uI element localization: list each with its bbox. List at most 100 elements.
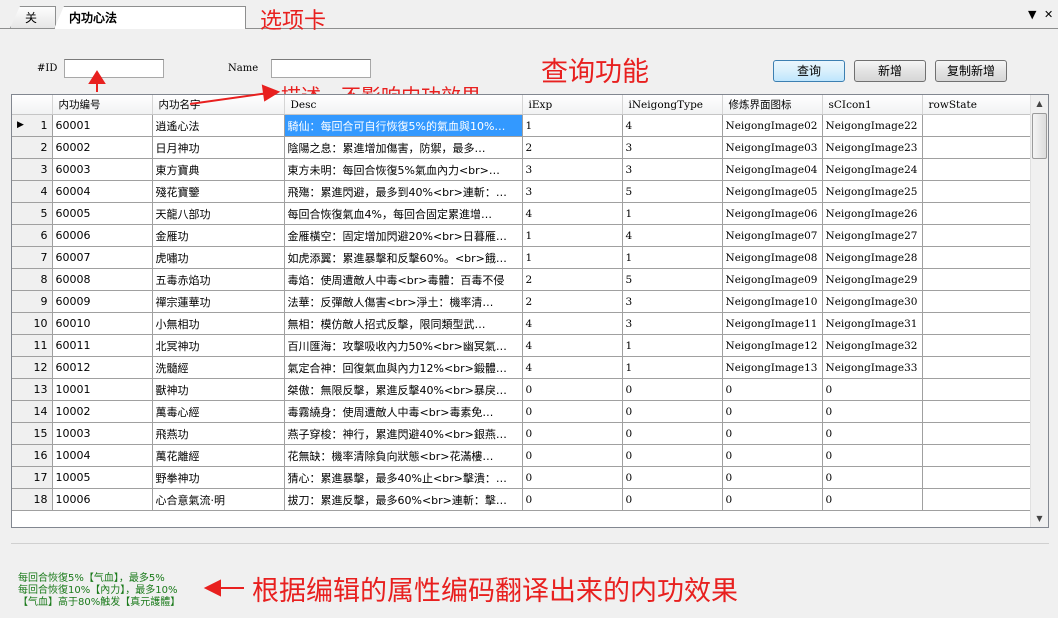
table-cell[interactable]: 天龍八部功 <box>152 202 285 225</box>
table-cell[interactable]: 3 <box>622 136 723 159</box>
table-row[interactable]: 17 10005 野拳神功 猜心：累進暴擊，最多40%止<br>擊潰：… 0 0 0 0 <box>12 466 1033 489</box>
table-cell[interactable]: NeigongImage28 <box>822 246 923 269</box>
chevron-down-icon[interactable]: ▼ <box>1028 8 1036 22</box>
column-header[interactable]: iExp <box>522 95 623 115</box>
table-cell[interactable]: 法華：反彈敵人傷害<br>淨土：機率清… <box>284 290 523 313</box>
table-cell[interactable] <box>922 466 1033 489</box>
table-cell[interactable]: 10006 <box>52 488 153 511</box>
table-cell[interactable] <box>922 224 1033 247</box>
table-cell[interactable]: NeigongImage08 <box>722 246 823 269</box>
vertical-scrollbar[interactable]: ▲ ▼ <box>1030 95 1048 527</box>
table-cell[interactable]: 猜心：累進暴擊，最多40%止<br>擊潰：… <box>284 466 523 489</box>
add-button[interactable]: 新增 <box>854 60 926 82</box>
row-header[interactable]: 8 <box>12 268 53 291</box>
table-cell[interactable]: 0 <box>722 422 823 445</box>
table-cell[interactable]: 0 <box>622 466 723 489</box>
row-header[interactable]: 12 <box>12 356 53 379</box>
table-cell[interactable]: NeigongImage09 <box>722 268 823 291</box>
table-cell[interactable]: 騎仙：每回合可自行恢復5%的氣血與10%… <box>284 114 523 137</box>
data-grid[interactable]: 内功编号 内功名字 Desc iExp iNeigongType 修炼界面图标 … <box>11 94 1049 528</box>
column-header[interactable]: sCIcon1 <box>822 95 923 115</box>
table-cell[interactable]: 心合意氣流·明 <box>152 488 285 511</box>
row-header[interactable]: 10 <box>12 312 53 335</box>
table-cell[interactable]: NeigongImage11 <box>722 312 823 335</box>
table-cell[interactable]: 3 <box>622 312 723 335</box>
table-cell[interactable]: 1 <box>522 246 623 269</box>
table-row[interactable]: 9 60009 禪宗蓮華功 法華：反彈敵人傷害<br>淨土：機率清… 2 3 Neigong… <box>12 290 1033 313</box>
table-cell[interactable]: 4 <box>522 312 623 335</box>
table-cell[interactable]: 0 <box>722 378 823 401</box>
table-cell[interactable]: 60008 <box>52 268 153 291</box>
table-cell[interactable]: 0 <box>822 400 923 423</box>
table-row[interactable]: 10 60010 小無相功 無相：模仿敵人招式反擊，限同類型武… 4 3 NeigongIm… <box>12 312 1033 335</box>
id-input[interactable] <box>64 59 164 78</box>
table-cell[interactable]: 2 <box>522 290 623 313</box>
row-header[interactable]: 14 <box>12 400 53 423</box>
table-cell[interactable]: NeigongImage04 <box>722 158 823 181</box>
table-cell[interactable] <box>922 312 1033 335</box>
table-cell[interactable]: 虎嘯功 <box>152 246 285 269</box>
table-row[interactable]: 16 10004 萬花離經 花無缺：機率清除負向狀態<br>花滿樓… 0 0 0 0 <box>12 444 1033 467</box>
table-cell[interactable]: 萬毒心經 <box>152 400 285 423</box>
row-header[interactable]: 3 <box>12 158 53 181</box>
table-cell[interactable]: 金雁橫空：固定增加閃避20%<br>日暮雁… <box>284 224 523 247</box>
table-cell[interactable]: 氣定合神：回復氣血與內力12%<br>鍛體… <box>284 356 523 379</box>
table-cell[interactable]: NeigongImage06 <box>722 202 823 225</box>
table-cell[interactable]: 小無相功 <box>152 312 285 335</box>
row-header[interactable]: 16 <box>12 444 53 467</box>
table-cell[interactable] <box>922 378 1033 401</box>
table-cell[interactable]: 60005 <box>52 202 153 225</box>
table-cell[interactable]: 60006 <box>52 224 153 247</box>
table-cell[interactable]: NeigongImage29 <box>822 268 923 291</box>
table-row[interactable]: 4 60004 殘花寶鑒 飛殤：累進閃避，最多到40%<br>連斬：… 3 5 Neigon… <box>12 180 1033 203</box>
table-cell[interactable]: 3 <box>522 158 623 181</box>
table-cell[interactable]: 60012 <box>52 356 153 379</box>
table-cell[interactable]: 3 <box>522 180 623 203</box>
table-cell[interactable]: 5 <box>622 180 723 203</box>
table-cell[interactable]: 2 <box>522 268 623 291</box>
table-cell[interactable]: 五毒赤焰功 <box>152 268 285 291</box>
table-cell[interactable]: 0 <box>522 400 623 423</box>
table-cell[interactable]: 飛燕功 <box>152 422 285 445</box>
row-header[interactable]: 4 <box>12 180 53 203</box>
table-cell[interactable] <box>922 180 1033 203</box>
column-header[interactable]: iNeigongType <box>622 95 723 115</box>
row-header[interactable]: 6 <box>12 224 53 247</box>
table-cell[interactable]: 4 <box>522 334 623 357</box>
table-cell[interactable] <box>922 488 1033 511</box>
table-cell[interactable]: 0 <box>522 378 623 401</box>
table-cell[interactable]: 10002 <box>52 400 153 423</box>
scroll-down-icon[interactable]: ▼ <box>1031 510 1048 527</box>
table-row[interactable]: 8 60008 五毒赤焰功 毒焰：使周遭敵人中毒<br>毒體：百毒不侵 2 5 Neigon… <box>12 268 1033 291</box>
table-cell[interactable]: 無相：模仿敵人招式反擊，限同類型武… <box>284 312 523 335</box>
table-cell[interactable]: 日月神功 <box>152 136 285 159</box>
table-cell[interactable]: 飛殤：累進閃避，最多到40%<br>連斬：… <box>284 180 523 203</box>
table-cell[interactable]: NeigongImage26 <box>822 202 923 225</box>
table-cell[interactable]: 60009 <box>52 290 153 313</box>
table-cell[interactable]: NeigongImage13 <box>722 356 823 379</box>
row-header[interactable]: ▶ 1 <box>12 114 53 137</box>
table-cell[interactable] <box>922 334 1033 357</box>
table-cell[interactable] <box>922 202 1033 225</box>
table-cell[interactable]: 每回合恢復氣血4%，每回合固定累進增… <box>284 202 523 225</box>
table-cell[interactable]: 0 <box>622 422 723 445</box>
table-row[interactable]: 5 60005 天龍八部功 每回合恢復氣血4%，每回合固定累進增… 4 1 NeigongI… <box>12 202 1033 225</box>
table-cell[interactable] <box>922 158 1033 181</box>
table-cell[interactable]: 4 <box>522 356 623 379</box>
table-cell[interactable]: 百川匯海：攻擊吸收內力50%<br>幽冥氣… <box>284 334 523 357</box>
table-cell[interactable]: NeigongImage33 <box>822 356 923 379</box>
table-row[interactable]: 12 60012 洗髓經 氣定合神：回復氣血與內力12%<br>鍛體… 4 1 Neigon… <box>12 356 1033 379</box>
table-cell[interactable]: 野拳神功 <box>152 466 285 489</box>
table-cell[interactable]: 0 <box>822 378 923 401</box>
table-row[interactable]: 11 60011 北冥神功 百川匯海：攻擊吸收內力50%<br>幽冥氣… 4 1 Neigo… <box>12 334 1033 357</box>
table-cell[interactable]: 東方未明：每回合恢復5%氣血內力<br>… <box>284 158 523 181</box>
row-header[interactable]: 15 <box>12 422 53 445</box>
table-cell[interactable]: NeigongImage10 <box>722 290 823 313</box>
table-cell[interactable]: 60003 <box>52 158 153 181</box>
table-cell[interactable]: 1 <box>622 334 723 357</box>
table-cell[interactable]: 3 <box>622 290 723 313</box>
table-cell[interactable]: 4 <box>622 224 723 247</box>
table-cell[interactable]: NeigongImage07 <box>722 224 823 247</box>
table-row[interactable]: ▶ 1 60001 逍遙心法 騎仙：每回合可自行恢復5%的氣血與10%… 1 4 Neigon… <box>12 114 1033 137</box>
table-cell[interactable]: NeigongImage23 <box>822 136 923 159</box>
